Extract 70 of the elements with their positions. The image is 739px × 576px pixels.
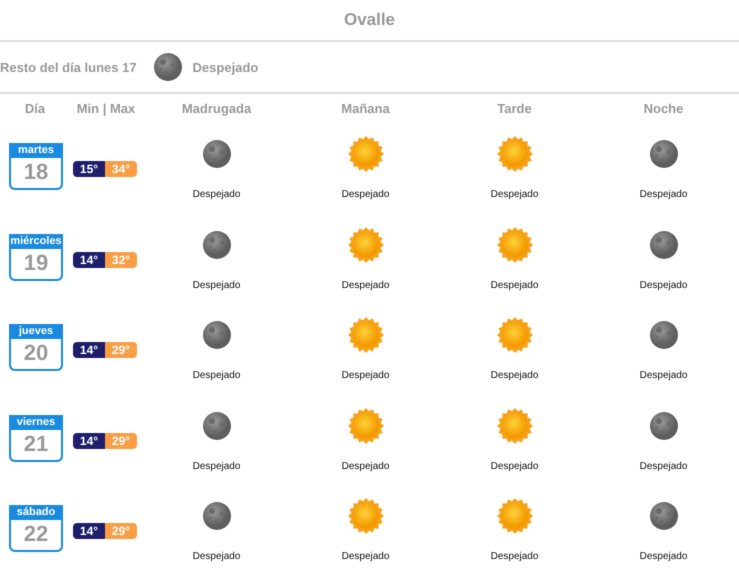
column-header: Madrugada [180, 101, 252, 118]
weekday-label: martes [9, 143, 63, 158]
condition-text: Despejado [490, 280, 538, 290]
condition-text: Despejado [490, 370, 538, 381]
min-temperature: 14° [73, 523, 105, 539]
condition-text: Despejado [490, 551, 538, 562]
condition-text: Despejado [640, 551, 688, 562]
sun-icon [348, 408, 384, 444]
moon-icon [152, 52, 183, 82]
condition-text: Despejado [342, 551, 390, 562]
column-header: Mañana [340, 101, 391, 118]
weekday-label: miércoles [9, 234, 63, 248]
max-temperature: 29° [105, 432, 137, 448]
weekday-label: jueves [9, 324, 63, 339]
sun-icon [348, 317, 384, 353]
sun-icon [496, 226, 532, 262]
max-temperature: 29° [105, 523, 137, 539]
moon-icon [202, 501, 232, 531]
city-title: Ovalle [0, 0, 739, 42]
date-number: 22 [24, 520, 48, 548]
sun-icon [496, 498, 532, 534]
date-number: 18 [24, 158, 48, 186]
condition-text: Despejado [490, 460, 538, 472]
column-header: Min | Max [76, 101, 136, 118]
column-header: Día [24, 101, 46, 118]
moon-icon [202, 139, 232, 169]
moon-icon [202, 410, 232, 440]
moon-icon [202, 320, 232, 350]
moon-icon [648, 230, 678, 260]
sun-icon [496, 136, 532, 172]
min-temperature: 14° [73, 432, 105, 448]
column-header: Tarde [496, 101, 533, 118]
column-header: Noche [642, 101, 684, 118]
rest-of-day-label: Resto del día lunes 17 [0, 60, 137, 74]
date-number: 19 [24, 248, 48, 276]
sun-icon [348, 226, 384, 262]
condition-text: Despejado [342, 370, 390, 381]
condition-text: Despejado [640, 370, 688, 381]
condition-text: Despejado [192, 370, 240, 381]
condition-text: Despejado [342, 189, 390, 200]
min-temperature: 14° [73, 252, 105, 268]
condition-text: Despejado [342, 460, 390, 472]
max-temperature: 32° [105, 252, 137, 268]
condition-text: Despejado [640, 189, 688, 200]
condition-text: Despejado [192, 189, 240, 200]
weekday-label: viernes [9, 414, 63, 430]
condition-text: Despejado [192, 280, 240, 290]
condition-text: Despejado [192, 551, 240, 562]
sun-icon [348, 498, 384, 534]
condition-text: Despejado [490, 189, 538, 200]
date-number: 20 [24, 339, 48, 367]
condition-text: Despejado [640, 280, 688, 290]
condition-text: Despejado [342, 280, 390, 290]
condition-text: Despejado [640, 460, 688, 472]
min-temperature: 14° [73, 342, 105, 358]
min-temperature: 15° [73, 161, 105, 177]
weekday-label: sábado [9, 505, 63, 520]
moon-icon [648, 501, 678, 531]
max-temperature: 34° [105, 161, 137, 177]
condition-text: Despejado [192, 460, 240, 472]
moon-icon [648, 320, 678, 350]
date-number: 21 [24, 430, 48, 458]
sun-icon [496, 408, 532, 444]
moon-icon [648, 410, 678, 440]
sun-icon [496, 317, 532, 353]
max-temperature: 29° [105, 342, 137, 358]
moon-icon [648, 139, 678, 169]
condition-text: Despejado [192, 60, 258, 74]
sun-icon [348, 136, 384, 172]
moon-icon [202, 230, 232, 260]
